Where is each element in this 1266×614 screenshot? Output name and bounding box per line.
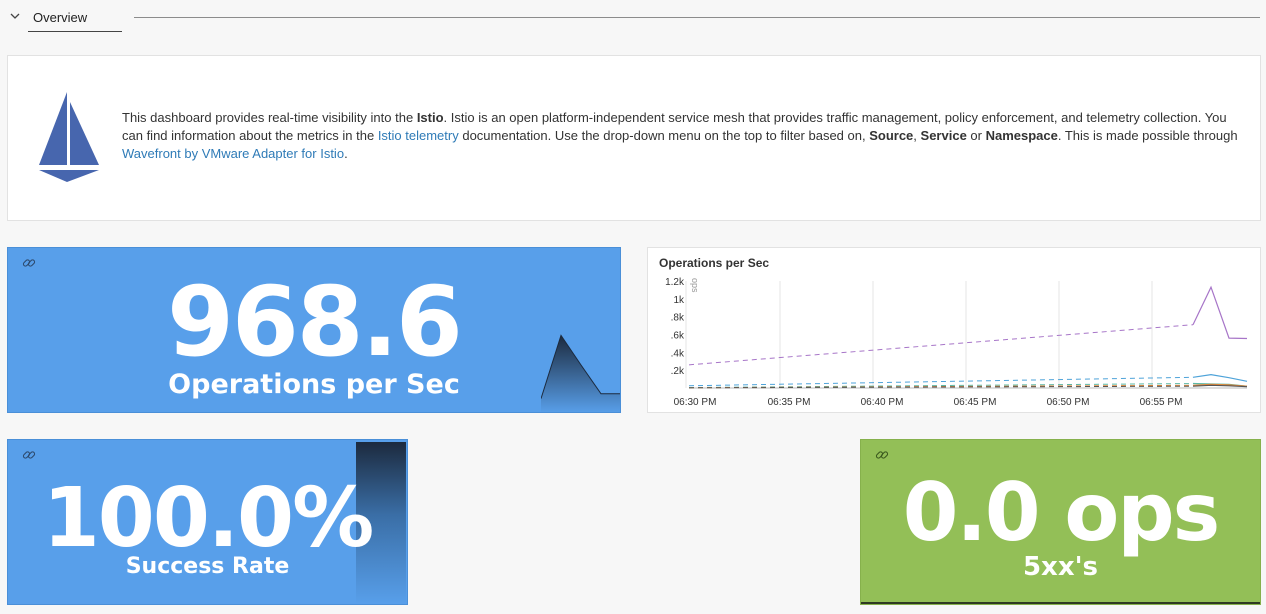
y-tick-label: 1.2k — [665, 277, 685, 288]
x-tick-label: 06:50 PM — [1047, 397, 1090, 408]
wavefront-adapter-link[interactable]: Wavefront by VMware Adapter for Istio — [122, 146, 344, 161]
y-tick-label: .6k — [671, 331, 685, 342]
series-gap-line — [688, 376, 1194, 387]
intro-description: This dashboard provides real-time visibi… — [122, 110, 1238, 161]
x-tick-label: 06:30 PM — [674, 397, 717, 408]
section-divider — [134, 17, 1260, 18]
namespace-bold: Namespace — [985, 128, 1058, 143]
istio-logo — [39, 92, 99, 182]
istio-telemetry-link[interactable]: Istio telemetry — [378, 128, 459, 143]
5xx-value: 0.0 ops — [902, 466, 1220, 559]
section-title: Overview — [33, 10, 88, 25]
istio-bold: Istio — [416, 110, 444, 125]
y-tick-label: .8k — [671, 313, 685, 324]
link-icon[interactable] — [22, 256, 36, 270]
source-bold: Source — [869, 128, 914, 143]
link-icon[interactable] — [22, 448, 36, 462]
5xx-label: 5xx's — [1022, 552, 1099, 582]
ops-line-chart[interactable]: 06:30 PM 06:35 PM 06:40 PM 06:45 PM 06:50 PM… — [648, 248, 1262, 414]
ops-chart-panel: Operations per Sec 06:30 PM 06:35 PM 06:40… — [647, 247, 1261, 413]
ops-per-sec-tile[interactable]: 968.6 Operations per Sec — [7, 247, 621, 413]
ops-label: Operations per Sec — [168, 369, 460, 400]
x-tick-label: 06:40 PM — [861, 397, 904, 408]
intro-panel: This dashboard provides real-time visibi… — [7, 55, 1261, 221]
success-label: Success Rate — [125, 554, 290, 579]
5xx-baseline — [861, 602, 1260, 604]
x-tick-label: 06:45 PM — [954, 397, 997, 408]
series-line — [1192, 285, 1248, 340]
series-line — [1192, 373, 1248, 382]
link-icon[interactable] — [875, 448, 889, 462]
y-tick-label: .4k — [671, 348, 685, 359]
chevron-down-icon[interactable] — [9, 10, 21, 22]
series-gap-line — [688, 324, 1194, 366]
y-tick-label: 1k — [673, 295, 685, 306]
success-value: 100.0% — [42, 471, 375, 566]
success-rate-tile[interactable]: 100.0% Success Rate — [7, 439, 408, 605]
y-axis-label: ops — [690, 278, 700, 293]
ops-value: 968.6 — [167, 266, 463, 378]
section-tab[interactable]: Overview — [28, 4, 122, 32]
x-tick-label: 06:35 PM — [768, 397, 811, 408]
5xx-tile[interactable]: 0.0 ops 5xx's — [860, 439, 1261, 605]
x-tick-label: 06:55 PM — [1140, 397, 1183, 408]
y-tick-label: .2k — [671, 366, 685, 377]
service-bold: Service — [920, 128, 967, 143]
section-header: Overview — [0, 0, 1266, 40]
